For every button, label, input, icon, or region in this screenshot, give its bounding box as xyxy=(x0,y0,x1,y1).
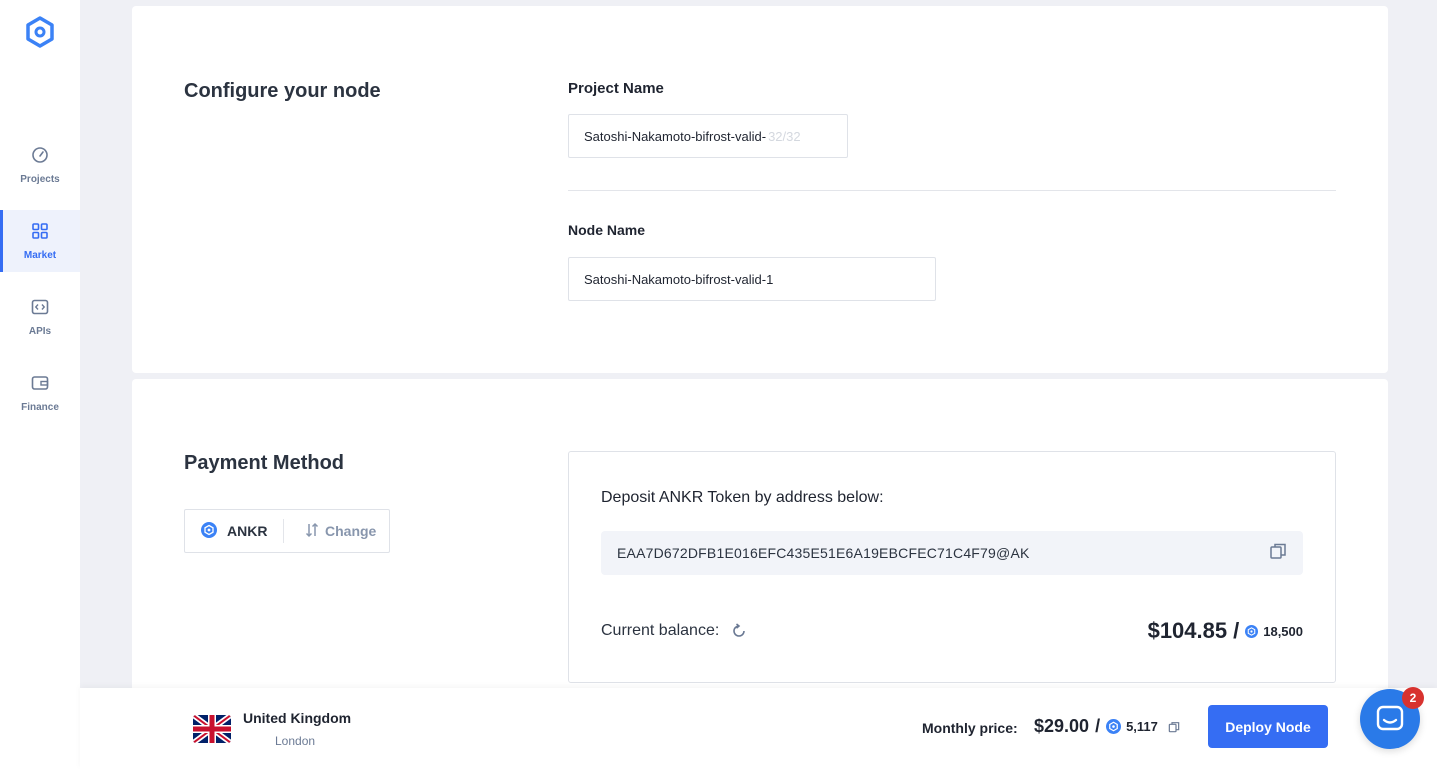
sidebar-item-projects[interactable]: Projects xyxy=(0,134,80,196)
sidebar-item-apis[interactable]: APIs xyxy=(0,286,80,348)
code-icon xyxy=(31,298,49,321)
payment-title: Payment Method xyxy=(184,452,345,474)
deploy-footer: United Kingdom London Monthly price: $29… xyxy=(80,688,1437,769)
refresh-icon[interactable] xyxy=(719,623,747,639)
ankr-logo-icon[interactable] xyxy=(24,16,56,48)
swap-icon xyxy=(304,522,320,541)
sidebar: Projects Market APIs Finance xyxy=(0,0,80,769)
node-name-value: Satoshi-Nakamoto-bifrost-valid-1 xyxy=(584,271,774,287)
grid-icon xyxy=(31,222,49,245)
balance-value: $104.85 / 18,500 xyxy=(1148,618,1303,644)
project-name-input[interactable]: Satoshi-Nakamoto-bifrost-valid- 32/32 xyxy=(568,114,848,158)
deploy-node-button[interactable]: Deploy Node xyxy=(1208,705,1328,748)
char-counter: 32/32 xyxy=(768,128,801,144)
current-payment-method: ANKR xyxy=(185,510,283,552)
payment-method-card: Payment Method ANKR Change Deposit ANKR … xyxy=(132,379,1388,699)
monthly-price-label: Monthly price: xyxy=(922,720,1018,736)
divider xyxy=(568,190,1336,191)
copy-icon[interactable] xyxy=(1168,721,1180,733)
sidebar-item-finance[interactable]: Finance xyxy=(0,362,80,424)
configure-title: Configure your node xyxy=(184,80,381,102)
payment-method-label: ANKR xyxy=(227,523,268,539)
sidebar-item-label: Projects xyxy=(20,173,60,185)
sidebar-item-label: APIs xyxy=(28,325,52,337)
project-name-value: Satoshi-Nakamoto-bifrost-valid- xyxy=(584,128,767,144)
wallet-icon xyxy=(31,374,49,397)
deposit-panel: Deposit ANKR Token by address below: EAA… xyxy=(568,451,1336,683)
current-balance-label: Current balance: xyxy=(601,622,747,640)
sidebar-item-label: Finance xyxy=(21,401,59,413)
change-label: Change xyxy=(325,523,377,539)
payment-method-selector: ANKR Change xyxy=(184,509,390,553)
deposit-title: Deposit ANKR Token by address below: xyxy=(601,489,884,506)
price-usd: $29.00 xyxy=(1034,716,1090,736)
sidebar-item-market[interactable]: Market xyxy=(0,210,80,272)
chat-icon xyxy=(1375,704,1405,734)
balance-separator: / xyxy=(1233,618,1240,643)
balance-label-text: Current balance: xyxy=(601,622,720,639)
ankr-token-icon xyxy=(1245,624,1259,638)
sidebar-item-label: Market xyxy=(23,249,57,261)
ankr-token-icon xyxy=(1106,719,1122,734)
project-name-label: Project Name xyxy=(568,80,664,97)
node-name-label: Node Name xyxy=(568,222,646,238)
configure-node-card: Configure your node Project Name Satoshi… xyxy=(132,6,1388,373)
copy-icon[interactable] xyxy=(1269,542,1287,565)
location-city: London xyxy=(275,734,316,748)
location-country: United Kingdom xyxy=(243,710,352,726)
price-separator: / xyxy=(1095,716,1101,736)
ankr-token-icon xyxy=(201,521,217,541)
node-name-input[interactable]: Satoshi-Nakamoto-bifrost-valid-1 xyxy=(568,257,936,301)
monthly-price: $29.00 / 5,117 xyxy=(1034,716,1180,737)
balance-ankr: 18,500 xyxy=(1263,623,1303,639)
deposit-address-box: EAA7D672DFB1E016EFC435E51E6A19EBCFEC71C4… xyxy=(601,531,1303,575)
uk-flag-icon xyxy=(193,715,231,743)
gauge-icon xyxy=(31,146,49,169)
price-ankr: 5,117 xyxy=(1126,719,1158,734)
deposit-address: EAA7D672DFB1E016EFC435E51E6A19EBCFEC71C4… xyxy=(617,545,1030,561)
notification-badge: 2 xyxy=(1402,687,1424,709)
change-payment-button[interactable]: Change xyxy=(284,510,376,552)
balance-usd: $104.85 xyxy=(1147,618,1228,643)
